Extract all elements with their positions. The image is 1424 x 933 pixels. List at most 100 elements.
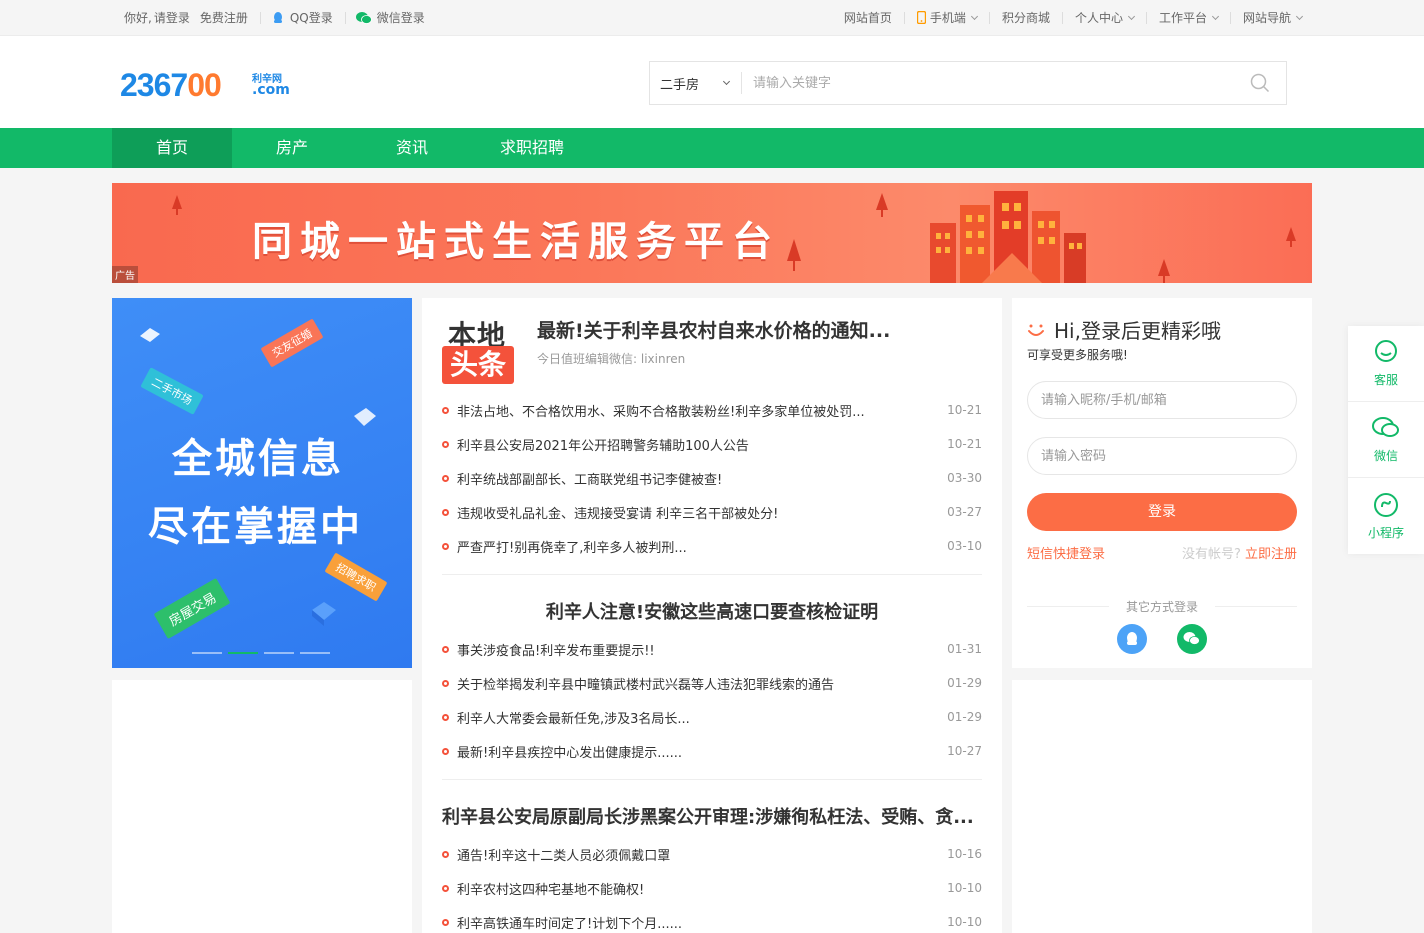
qq-icon (1127, 632, 1137, 645)
bullet-icon (442, 645, 449, 653)
promo-line1: 全城信息 (172, 436, 344, 482)
tree-icon (172, 195, 182, 215)
register-prompt: 没有帐号? 立即注册 (1182, 543, 1297, 562)
editor-info: 今日值班编辑微信: lixinren (537, 352, 686, 366)
item-title: 利辛人大常委会最新任免,涉及3名局长... (457, 711, 690, 727)
item-date: 10-10 (947, 881, 982, 895)
slider-dot-active[interactable] (228, 652, 258, 654)
slider-dot[interactable] (300, 652, 330, 654)
list-item[interactable]: 利辛县公安局2021年公开招聘警务辅助100人公告 10-21 (442, 427, 982, 461)
cube-icon (354, 408, 376, 426)
nav-tab-home[interactable]: 首页 (112, 128, 232, 168)
left-box-bottom (112, 680, 412, 933)
section-headline-3[interactable]: 利辛县公安局原副局长涉黑案公开审理:涉嫌徇私枉法、受贿、贪... (442, 803, 982, 829)
site-nav-label: 网站导航 (1242, 11, 1291, 25)
wechat-icon (355, 11, 372, 24)
item-title: 非法占地、不合格饮用水、采购不合格散装粉丝!利辛多家单位被处罚... (457, 404, 865, 420)
promo-line2: 尽在掌握中 (148, 504, 363, 550)
sms-login-link[interactable]: 短信快捷登录 (1027, 543, 1105, 562)
mobile-menu[interactable]: 手机端 (903, 11, 989, 25)
list-item[interactable]: 非法占地、不合格饮用水、采购不合格散装粉丝!利辛多家单位被处罚... 10-21 (442, 393, 982, 427)
header: 236700 利辛网 .com 二手房 (0, 36, 1424, 128)
item-title: 利辛县公安局2021年公开招聘警务辅助100人公告 (457, 438, 749, 454)
item-title: 最新!利辛县疾控中心发出健康提示...... (457, 745, 683, 761)
smile-icon (1028, 324, 1044, 336)
bullet-icon (442, 884, 449, 892)
nav-tab-jobs[interactable]: 求职招聘 (472, 128, 592, 168)
bullet-icon (442, 542, 449, 550)
search-button[interactable] (1242, 62, 1286, 104)
list-item[interactable]: 利辛农村这四种宅基地不能确权! 10-10 (442, 871, 982, 905)
slider-dot[interactable] (192, 652, 222, 654)
wechat-side-button[interactable]: 微信 (1348, 402, 1424, 478)
site-logo[interactable]: 236700 利辛网 .com (120, 68, 295, 102)
qq-icon (273, 11, 282, 23)
list-item[interactable]: 利辛人大常委会最新任免,涉及3名局长... 01-29 (442, 700, 982, 734)
cube-icon (312, 602, 336, 626)
cube-icon (140, 328, 160, 342)
wechat-icon (1183, 632, 1200, 645)
badge-bottom: 头条 (442, 346, 514, 384)
nav-tab-house[interactable]: 房产 (232, 128, 352, 168)
item-title: 关于检举揭发利辛县中疃镇武楼村武兴磊等人违法犯罪线索的通告 (457, 677, 835, 693)
list-item[interactable]: 利辛高铁通车时间定了!计划下个月...... 10-10 (442, 905, 982, 933)
news-list-3: 通告!利辛这十二类人员必须佩戴口罩 10-16 利辛农村这四种宅基地不能确权! 10… (442, 837, 982, 933)
customer-service-label: 客服 (1373, 373, 1398, 387)
item-date: 01-31 (947, 642, 982, 656)
list-item[interactable]: 利辛统战部副部长、工商联党组书记李健被查! 03-30 (442, 461, 982, 495)
login-greeting: Hi,登录后更精彩哦 (1026, 315, 1221, 344)
search-category-select[interactable]: 二手房 (650, 72, 742, 94)
item-date: 01-29 (947, 676, 982, 690)
wechat-login-button[interactable] (1177, 624, 1207, 654)
site-nav-menu[interactable]: 网站导航 (1229, 11, 1304, 25)
item-title: 事关涉疫食品!利辛发布重要提示!! (457, 643, 655, 659)
list-item[interactable]: 通告!利辛这十二类人员必须佩戴口罩 10-16 (442, 837, 982, 871)
divider (259, 11, 261, 24)
list-item[interactable]: 事关涉疫食品!利辛发布重要提示!! 01-31 (442, 632, 982, 666)
mini-program-button[interactable]: 小程序 (1348, 478, 1424, 554)
list-item[interactable]: 违规收受礼品礼金、违规接受宴请 利辛三名干部被处分! 03-27 (442, 495, 982, 529)
qq-login-link[interactable]: QQ登录 (290, 9, 333, 26)
login-link[interactable]: 请登录 (154, 9, 190, 26)
slider-dots (192, 652, 336, 654)
list-item[interactable]: 最新!利辛县疾控中心发出健康提示...... 10-27 (442, 734, 982, 768)
item-title: 利辛农村这四种宅基地不能确权! (457, 882, 645, 898)
chevron-down-icon (1295, 12, 1304, 20)
top-headline[interactable]: 最新!关于利辛县农村自来水价格的通知... (537, 316, 977, 343)
promo-slider[interactable]: 二手市场 交友征婚 全城信息 尽在掌握中 房屋交易 招聘求职 (112, 298, 412, 668)
nav-tab-news[interactable]: 资讯 (352, 128, 472, 168)
list-item[interactable]: 关于检举揭发利辛县中疃镇武楼村武兴磊等人违法犯罪线索的通告 01-29 (442, 666, 982, 700)
register-link[interactable]: 免费注册 (200, 9, 248, 26)
site-home-label: 网站首页 (843, 11, 892, 25)
work-platform-label: 工作平台 (1158, 11, 1207, 25)
tree-icon (876, 193, 888, 217)
bullet-icon (442, 713, 449, 721)
username-input[interactable] (1027, 381, 1297, 419)
register-now-link[interactable]: 立即注册 (1245, 547, 1297, 562)
greeting-text: 你好, (124, 11, 152, 25)
customer-service-button[interactable]: 客服 (1348, 326, 1424, 402)
divider (442, 574, 982, 575)
chevron-down-icon (1127, 12, 1136, 20)
ad-banner[interactable]: 同城一站式生活服务平台 广告 (112, 183, 1312, 283)
news-list-2: 事关涉疫食品!利辛发布重要提示!! 01-31 关于检举揭发利辛县中疃镇武楼村武兴… (442, 632, 982, 768)
item-date: 10-21 (947, 403, 982, 417)
wechat-login-link[interactable]: 微信登录 (377, 9, 425, 26)
password-input[interactable] (1027, 437, 1297, 475)
personal-center-menu[interactable]: 个人中心 (1061, 11, 1146, 25)
site-home-link[interactable]: 网站首页 (832, 11, 904, 25)
search-input[interactable] (742, 63, 1242, 103)
login-button[interactable]: 登录 (1027, 493, 1297, 531)
slider-dot[interactable] (264, 652, 294, 654)
work-platform-menu[interactable]: 工作平台 (1145, 11, 1230, 25)
search-category-label: 二手房 (660, 77, 700, 93)
section-headline-2[interactable]: 利辛人注意!安徽这些高速口要查核检证明 (442, 598, 982, 624)
qq-login-button[interactable] (1117, 624, 1147, 654)
bullet-icon (442, 406, 449, 414)
login-greeting-text: Hi,登录后更精彩哦 (1054, 319, 1221, 343)
tree-icon (1286, 227, 1296, 247)
bullet-icon (442, 679, 449, 687)
chevron-down-icon (970, 12, 978, 20)
list-item[interactable]: 严查严打!别再侥幸了,利辛多人被判刑... 03-10 (442, 529, 982, 563)
points-mall-link[interactable]: 积分商城 (988, 11, 1062, 25)
